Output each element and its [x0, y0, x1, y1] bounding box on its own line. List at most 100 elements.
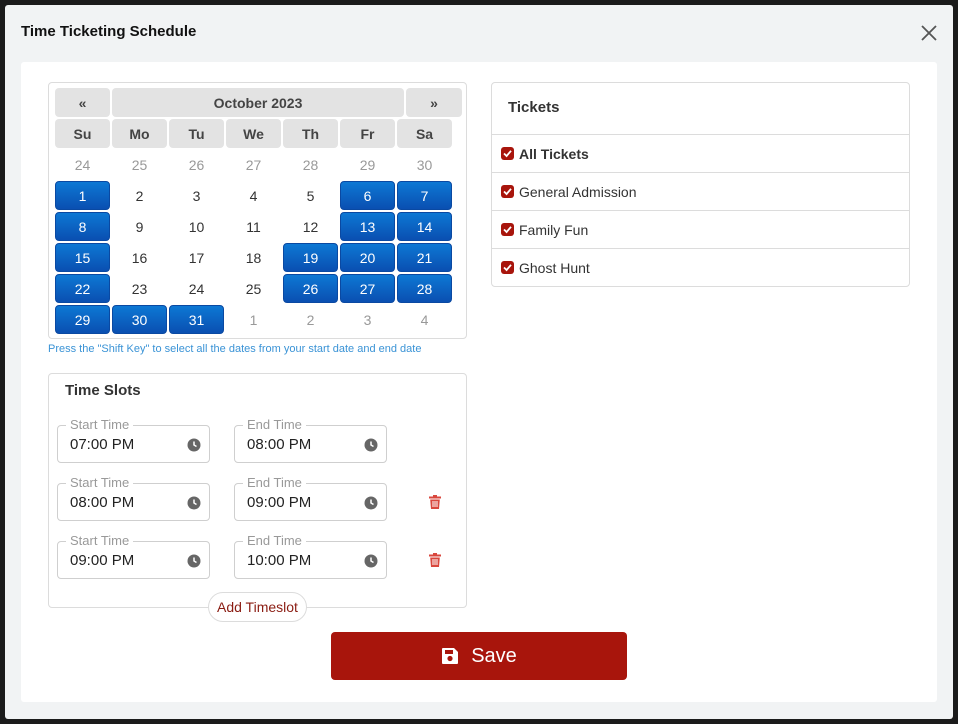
calendar-day-selected[interactable]: 14: [397, 212, 452, 241]
calendar-day-selected[interactable]: 29: [55, 305, 110, 334]
end-time-label: End Time: [243, 533, 306, 549]
delete-timeslot-button[interactable]: [429, 553, 441, 567]
start-time-field[interactable]: Start Time 08:00 PM: [57, 475, 210, 521]
calendar-day-selected[interactable]: 7: [397, 181, 452, 210]
weekday-header: Su: [55, 119, 110, 148]
calendar-day-selected[interactable]: 27: [340, 274, 395, 303]
ticket-row: All Tickets: [492, 134, 909, 172]
calendar-day-selected[interactable]: 21: [397, 243, 452, 272]
calendar-day-selected[interactable]: 6: [340, 181, 395, 210]
calendar-day-selected[interactable]: 19: [283, 243, 338, 272]
calendar-day[interactable]: 11: [226, 212, 281, 241]
calendar-day[interactable]: 3: [340, 305, 395, 334]
end-time-field[interactable]: End Time 09:00 PM: [234, 475, 387, 521]
calendar: « October 2023 » Su Mo Tu We Th Fr Sa 24 25 26 27 2…: [48, 82, 467, 339]
calendar-day[interactable]: 27: [226, 150, 281, 179]
calendar-day[interactable]: 18: [226, 243, 281, 272]
calendar-day[interactable]: 4: [397, 305, 452, 334]
clock-icon: [187, 554, 201, 568]
check-icon: [503, 226, 512, 234]
floppy-disk-icon: [442, 648, 459, 664]
calendar-day[interactable]: 1: [226, 305, 281, 334]
weekday-header: Tu: [169, 119, 224, 148]
calendar-day-selected[interactable]: 22: [55, 274, 110, 303]
end-time-field[interactable]: End Time 08:00 PM: [234, 417, 387, 463]
start-time-label: Start Time: [66, 417, 134, 433]
check-icon: [503, 264, 512, 272]
calendar-day[interactable]: 2: [112, 181, 167, 210]
start-time-value: 08:00 PM: [70, 494, 135, 511]
calendar-day[interactable]: 29: [340, 150, 395, 179]
weekday-header: Th: [283, 119, 338, 148]
start-time-field[interactable]: Start Time 07:00 PM: [57, 417, 210, 463]
ticket-checkbox[interactable]: [501, 223, 514, 236]
ticket-row: Ghost Hunt: [492, 248, 909, 286]
calendar-day-selected[interactable]: 20: [340, 243, 395, 272]
modal-title: Time Ticketing Schedule: [21, 23, 197, 40]
trash-icon: [429, 553, 441, 567]
calendar-day[interactable]: 28: [283, 150, 338, 179]
month-title[interactable]: October 2023: [112, 88, 404, 117]
start-time-value: 09:00 PM: [70, 552, 135, 569]
calendar-day[interactable]: 25: [226, 274, 281, 303]
calendar-day-selected[interactable]: 28: [397, 274, 452, 303]
end-time-value: 08:00 PM: [247, 436, 312, 453]
weekday-header: We: [226, 119, 281, 148]
modal-body: « October 2023 » Su Mo Tu We Th Fr Sa 24 25 26 27 2…: [21, 62, 937, 702]
ticket-label: General Admission: [519, 183, 637, 200]
end-time-value: 10:00 PM: [247, 552, 312, 569]
calendar-day-selected[interactable]: 30: [112, 305, 167, 334]
calendar-day-selected[interactable]: 1: [55, 181, 110, 210]
weekday-header: Mo: [112, 119, 167, 148]
weekday-header: Fr: [340, 119, 395, 148]
save-label: Save: [471, 644, 517, 667]
calendar-day[interactable]: 2: [283, 305, 338, 334]
start-time-label: Start Time: [66, 533, 134, 549]
next-month-button[interactable]: »: [406, 88, 462, 117]
calendar-day[interactable]: 4: [226, 181, 281, 210]
calendar-day[interactable]: 16: [112, 243, 167, 272]
calendar-day[interactable]: 30: [397, 150, 452, 179]
close-button[interactable]: [919, 23, 939, 43]
calendar-hint: Press the "Shift Key" to select all the …: [48, 343, 422, 355]
delete-timeslot-button[interactable]: [429, 495, 441, 509]
ticket-checkbox[interactable]: [501, 185, 514, 198]
calendar-day[interactable]: 26: [169, 150, 224, 179]
prev-month-button[interactable]: «: [55, 88, 110, 117]
start-time-value: 07:00 PM: [70, 436, 135, 453]
calendar-day[interactable]: 3: [169, 181, 224, 210]
calendar-day-selected[interactable]: 15: [55, 243, 110, 272]
check-icon: [503, 188, 512, 196]
calendar-day[interactable]: 25: [112, 150, 167, 179]
time-slots-title: Time Slots: [65, 382, 141, 399]
start-time-label: Start Time: [66, 475, 134, 491]
calendar-day[interactable]: 10: [169, 212, 224, 241]
calendar-day[interactable]: 5: [283, 181, 338, 210]
save-button[interactable]: Save: [331, 632, 627, 680]
calendar-day[interactable]: 9: [112, 212, 167, 241]
time-slots-panel: Time Slots Start Time 07:00 PM End Time 08:…: [48, 373, 467, 622]
calendar-day-selected[interactable]: 8: [55, 212, 110, 241]
calendar-day-selected[interactable]: 13: [340, 212, 395, 241]
tickets-title: Tickets: [508, 99, 560, 116]
calendar-header: « October 2023 »: [55, 88, 462, 117]
ticket-checkbox[interactable]: [501, 261, 514, 274]
modal-dialog: Time Ticketing Schedule « October 2023 »…: [5, 5, 953, 719]
ticket-label: Ghost Hunt: [519, 259, 590, 276]
calendar-day-selected[interactable]: 26: [283, 274, 338, 303]
calendar-day[interactable]: 24: [169, 274, 224, 303]
add-timeslot-button[interactable]: Add Timeslot: [208, 592, 307, 622]
calendar-day[interactable]: 24: [55, 150, 110, 179]
weekday-header: Sa: [397, 119, 452, 148]
calendar-day[interactable]: 17: [169, 243, 224, 272]
ticket-label: All Tickets: [519, 145, 589, 162]
clock-icon: [364, 438, 378, 452]
clock-icon: [364, 554, 378, 568]
calendar-day[interactable]: 12: [283, 212, 338, 241]
start-time-field[interactable]: Start Time 09:00 PM: [57, 533, 210, 579]
end-time-field[interactable]: End Time 10:00 PM: [234, 533, 387, 579]
end-time-label: End Time: [243, 475, 306, 491]
calendar-day-selected[interactable]: 31: [169, 305, 224, 334]
ticket-checkbox[interactable]: [501, 147, 514, 160]
calendar-day[interactable]: 23: [112, 274, 167, 303]
